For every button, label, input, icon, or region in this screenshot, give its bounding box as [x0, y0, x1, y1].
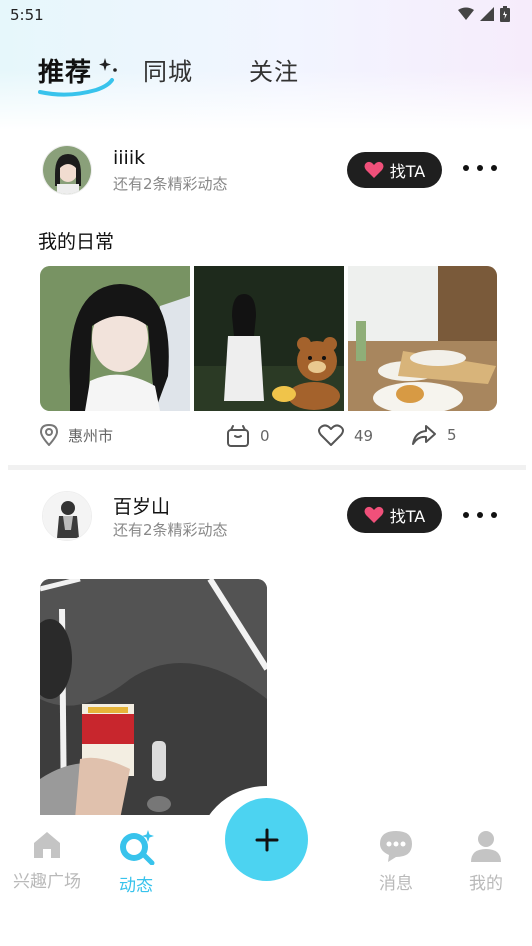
- battery-icon: [500, 6, 510, 22]
- more-options-icon[interactable]: [463, 505, 497, 525]
- message-icon: [380, 831, 412, 862]
- find-ta-button[interactable]: 找TA: [347, 497, 442, 533]
- location-pin-icon: [40, 424, 58, 446]
- username[interactable]: iiiik: [113, 147, 145, 169]
- more-options-icon[interactable]: [463, 158, 497, 178]
- share-action[interactable]: 5: [411, 424, 457, 446]
- gift-action[interactable]: 0: [226, 424, 270, 448]
- gift-icon: [227, 425, 249, 447]
- post-text: 我的日常: [38, 231, 115, 253]
- find-ta-label: 找TA: [389, 507, 426, 526]
- status-icons: [458, 6, 510, 22]
- heart-icon: [364, 506, 384, 523]
- find-ta-button[interactable]: 找TA: [347, 152, 442, 188]
- post-photo[interactable]: [348, 266, 497, 411]
- nav-interest-square[interactable]: 兴趣广场: [2, 829, 92, 892]
- home-icon: [34, 832, 60, 858]
- moments-icon: [120, 830, 155, 865]
- profile-icon: [471, 831, 501, 862]
- post-meta-row: 惠州市 0 49 5: [0, 424, 532, 454]
- nav-moments[interactable]: 动态: [91, 829, 181, 896]
- status-bar: 5:51: [0, 0, 532, 30]
- nav-messages[interactable]: 消息: [351, 829, 441, 894]
- heart-outline-icon: [318, 424, 344, 446]
- post-photo[interactable]: [194, 266, 344, 411]
- nav-label: 消息: [379, 874, 413, 894]
- like-count: 49: [354, 426, 374, 445]
- avatar[interactable]: [42, 145, 92, 195]
- nav-label: 动态: [119, 876, 153, 896]
- nav-profile[interactable]: 我的: [441, 829, 531, 894]
- signal-icon: [480, 7, 494, 21]
- share-icon: [412, 425, 436, 445]
- post-subtitle: 还有2条精彩动态: [113, 175, 228, 193]
- wifi-icon: [458, 7, 474, 20]
- like-action[interactable]: 49: [318, 424, 373, 447]
- sparkle-icon: [99, 58, 117, 72]
- share-count: 5: [447, 426, 457, 444]
- status-time: 5:51: [10, 6, 44, 24]
- add-post-button[interactable]: [225, 798, 308, 881]
- active-tab-indicator: [38, 78, 114, 97]
- avatar[interactable]: [42, 491, 92, 541]
- location-label: 惠州市: [68, 426, 114, 445]
- username[interactable]: 百岁山: [113, 492, 170, 519]
- nav-label: 兴趣广场: [13, 872, 81, 892]
- location: 惠州市: [40, 424, 113, 446]
- post-photo[interactable]: [40, 579, 267, 819]
- post-divider: [8, 465, 526, 470]
- tab-same-city[interactable]: 同城: [143, 52, 193, 87]
- post-subtitle: 还有2条精彩动态: [113, 521, 228, 539]
- tab-follow[interactable]: 关注: [249, 52, 299, 87]
- post-photo[interactable]: [40, 266, 190, 411]
- nav-label: 我的: [469, 874, 503, 894]
- plus-icon: [255, 828, 278, 851]
- heart-icon: [364, 161, 384, 178]
- find-ta-label: 找TA: [389, 162, 426, 181]
- gift-count: 0: [260, 427, 270, 445]
